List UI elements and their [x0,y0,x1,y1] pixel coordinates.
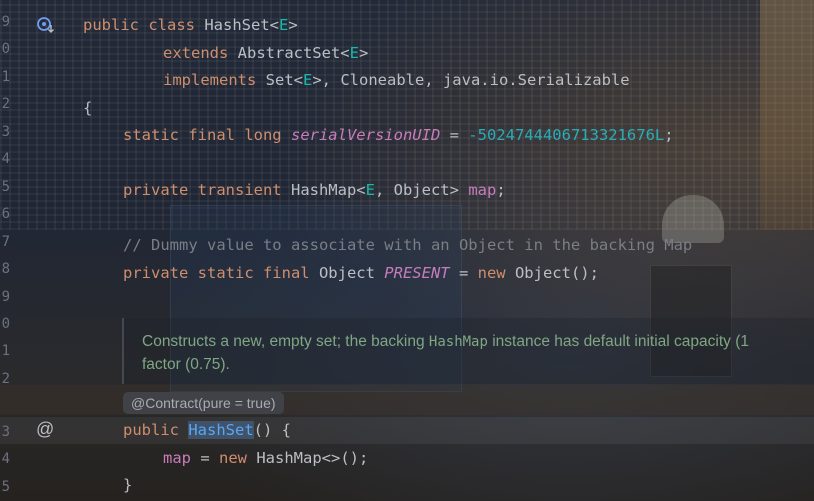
keyword: new [477,264,515,282]
code-line-present-field[interactable]: private static final Object PRESENT = ne… [123,260,599,287]
number-literal: -5024744406713321676L [468,126,665,144]
code-line-map-field[interactable]: private transient HashMap<E, Object> map… [123,177,506,204]
javadoc-line: factor (0.75). [142,356,230,373]
punct: > [358,44,369,62]
javadoc-line: Constructs a new, empty set; the backing… [142,333,749,351]
punct: () { [253,421,291,439]
type-param: E [349,44,359,62]
type-param: E [365,181,375,199]
code-line-class-decl[interactable]: public class HashSet<E> [83,12,298,39]
type-list: >, Cloneable, java.io.Serializable [312,71,630,89]
javadoc-code: HashMap [428,334,488,350]
type-name: AbstractSet< [237,44,350,62]
type-param: E [278,16,289,34]
code-line-comment[interactable]: // Dummy value to associate with an Obje… [123,232,692,259]
field-name: map [468,181,497,199]
field-name: PRESENT [384,264,450,282]
operator: = [449,264,478,282]
constructor-call: HashMap<>(); [256,449,369,467]
type-param: E [302,71,313,89]
inferred-annotation-hint[interactable]: @Contract(pure = true) [123,392,284,414]
field-name: map [163,449,191,467]
keyword: private transient [123,181,291,199]
keyword: implements [163,71,266,89]
constructor-call: Object(); [514,264,599,282]
keyword: public [123,421,189,439]
code-line-constructor[interactable]: public HashSet() { [123,417,291,444]
code-editor[interactable]: public class HashSet<E> extends Abstract… [0,0,814,501]
keyword: static final long [123,126,291,144]
javadoc-rendered-block[interactable]: Constructs a new, empty set; the backing… [122,318,814,384]
code-line-implements[interactable]: implements Set<E>, Cloneable, java.io.Se… [163,67,630,94]
code-line-serial-version[interactable]: static final long serialVersionUID = -50… [123,122,674,149]
punct: ; [496,181,506,199]
keyword: private static final [123,264,319,282]
code-line-close-brace[interactable]: } [123,472,132,499]
operator: = [440,126,469,144]
code-line-extends[interactable]: extends AbstractSet<E> [163,40,368,67]
code-line-open-brace[interactable]: { [83,95,92,122]
code-line-map-assign[interactable]: map = new HashMap<>(); [163,445,368,472]
type-name: HashMap< [290,181,366,199]
keyword: extends [163,44,238,62]
keyword: public class [83,16,205,34]
punct: > [288,16,298,34]
field-name: serialVersionUID [290,126,441,144]
type-name: Set< [265,71,303,89]
keyword: new [219,449,257,467]
type-name: Object [318,264,385,282]
javadoc-text: Constructs a new, empty set; the backing [142,333,429,350]
class-name: HashSet< [204,16,279,34]
javadoc-text: instance has default initial capacity (1 [487,333,749,350]
method-name[interactable]: HashSet [188,421,254,439]
type-name: , Object> [374,181,469,199]
punct: ; [664,126,674,144]
operator: = [191,449,219,467]
